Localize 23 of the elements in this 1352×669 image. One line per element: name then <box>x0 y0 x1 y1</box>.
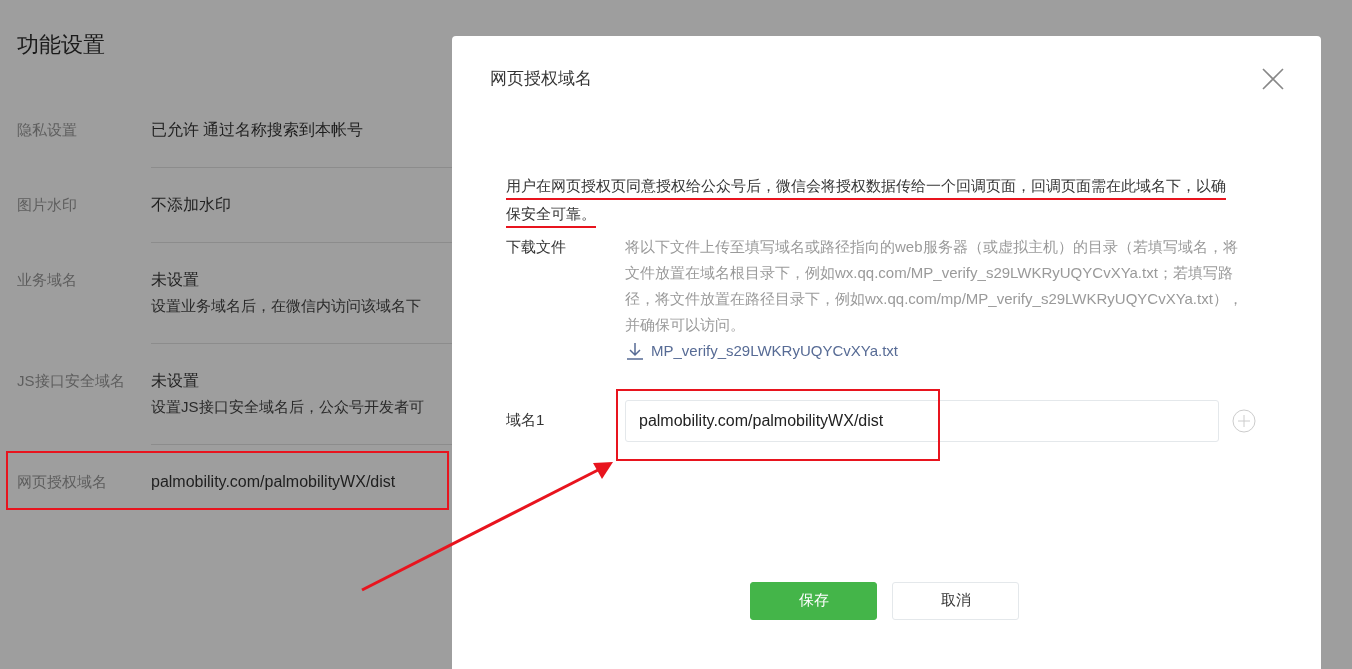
setting-label: 业务域名 <box>17 271 77 288</box>
setting-label: 网页授权域名 <box>17 473 107 490</box>
download-label: 下载文件 <box>506 237 566 255</box>
domain-label: 域名1 <box>506 410 546 431</box>
download-instructions: 将以下文件上传至填写域名或路径指向的web服务器（或虚拟主机）的目录（若填写域名，将文件放置在域名根目录下，例如wx.qq.com/MP_verify_s29LWKRyUQYCvXYa.txt；若填写路径，将文件放置在路径目录下，例如wx.qq.com/mp/MP_verify_s29LWKRyUQYCvXYa.txt），并确保可以访问。 <box>625 236 1244 335</box>
domain-input[interactable]: palmobility.com/palmobilityWX/dist <box>625 399 1219 442</box>
download-icon <box>625 340 645 361</box>
page-title: 功能设置 <box>17 31 106 59</box>
setting-value: 未设置 <box>151 371 200 391</box>
cancel-button[interactable]: 取消 <box>892 581 1019 620</box>
setting-value: palmobility.com/palmobilityWX/dist <box>151 472 397 492</box>
setting-label: 隐私设置 <box>17 121 77 138</box>
close-icon[interactable] <box>1261 66 1285 91</box>
dialog-description: 用户在网页授权页同意授权给公众号后，微信会将授权数据传给一个回调页面，回调页面需在此域名下，以确保安全可靠。 <box>506 175 1227 224</box>
download-link[interactable]: MP_verify_s29LWKRyUQYCvXYa.txt <box>625 337 1249 364</box>
setting-note: 设置JS接口安全域名后，公众号开发者可 <box>151 397 425 417</box>
setting-value: 已允许 通过名称搜索到本帐号 <box>151 120 365 140</box>
setting-value: 不添加水印 <box>151 195 232 215</box>
dialog-title: 网页授权域名 <box>490 68 592 90</box>
setting-label: 图片水印 <box>17 196 77 213</box>
setting-value: 未设置 <box>151 270 200 290</box>
setting-label: JS接口安全域名 <box>17 372 125 389</box>
setting-note: 设置业务域名后，在微信内访问该域名下 <box>151 296 422 316</box>
